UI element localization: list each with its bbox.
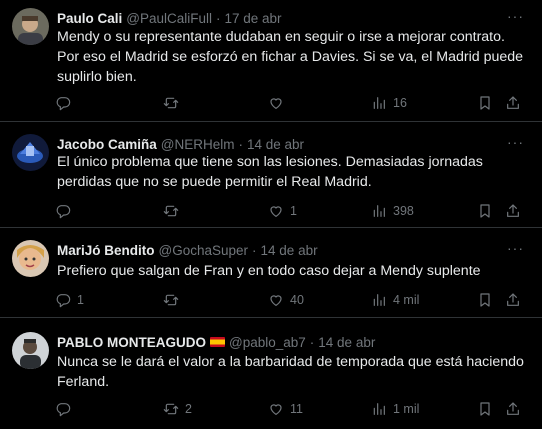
tweet[interactable]: PABLO MONTEAGUDO @pablo_ab7 · 14 de abr …: [0, 318, 542, 429]
reply-button[interactable]: [55, 94, 77, 112]
author-handle[interactable]: @PaulCaliFull: [126, 11, 212, 26]
like-button[interactable]: 11: [268, 400, 303, 418]
tweet-text: Nunca se le dará el valor a la barbarida…: [57, 354, 524, 390]
separator: ·: [309, 334, 315, 350]
timestamp[interactable]: 17 de abr: [225, 11, 282, 26]
like-icon: [270, 295, 282, 306]
tweet-header: Jacobo Camiña @NERHelm · 14 de abr: [57, 134, 304, 154]
bookmark-icon: [480, 96, 490, 110]
share-button[interactable]: [505, 291, 521, 309]
separator: ·: [252, 242, 257, 258]
views-icon: [373, 403, 385, 415]
more-options-icon[interactable]: ···: [507, 240, 524, 256]
retweet-icon: [163, 403, 179, 415]
more-options-icon[interactable]: ···: [507, 8, 524, 24]
bookmark-icon: [480, 402, 490, 416]
like-count: 40: [290, 293, 304, 307]
avatar[interactable]: [12, 240, 49, 277]
share-icon: [507, 402, 519, 415]
reply-button[interactable]: 1: [55, 291, 84, 309]
bookmark-icon: [480, 293, 490, 307]
views-button[interactable]: 4 mil: [371, 291, 419, 309]
views-button[interactable]: 1 mil: [371, 400, 419, 418]
author-name[interactable]: MariJó Bendito: [57, 243, 155, 258]
like-button[interactable]: 40: [268, 291, 304, 309]
author-handle[interactable]: @pablo_ab7: [229, 335, 306, 350]
tweet[interactable]: Jacobo Camiña @NERHelm · 14 de abr ··· E…: [0, 122, 542, 228]
avatar[interactable]: [12, 134, 49, 171]
bookmark-icon: [480, 204, 490, 218]
tweet-header: Paulo Cali @PaulCaliFull · 17 de abr: [57, 8, 282, 28]
share-icon: [507, 96, 519, 109]
author-handle[interactable]: @GochaSuper: [159, 243, 249, 258]
share-icon: [507, 293, 519, 306]
views-count: 1 mil: [393, 402, 420, 416]
reply-button[interactable]: [55, 400, 77, 418]
tweet-text: El único problema que tiene son las lesi…: [57, 154, 483, 190]
views-count: 16: [393, 96, 407, 110]
tweet-header: PABLO MONTEAGUDO @pablo_ab7 · 14 de abr: [57, 332, 375, 352]
views-button[interactable]: 16: [371, 94, 407, 112]
views-icon: [373, 294, 385, 306]
replies-feed: Paulo Cali @PaulCaliFull · 17 de abr ···…: [0, 0, 542, 429]
action-bar: 16: [0, 94, 542, 112]
views-count: 398: [393, 204, 414, 218]
reply-icon: [56, 294, 71, 308]
retweet-icon: [163, 294, 179, 306]
like-button[interactable]: 1: [268, 202, 297, 220]
spain-flag-icon: [210, 337, 225, 347]
retweet-icon: [163, 97, 179, 109]
share-icon: [507, 204, 519, 217]
like-icon: [270, 98, 282, 109]
author-name[interactable]: Jacobo Camiña: [57, 137, 157, 152]
retweet-icon: [163, 205, 179, 217]
share-button[interactable]: [505, 400, 521, 418]
like-count: 1: [290, 204, 297, 218]
action-bar: 1 40 4 mil: [0, 291, 542, 309]
avatar[interactable]: [12, 8, 49, 45]
author-name[interactable]: PABLO MONTEAGUDO: [57, 335, 206, 350]
avatar[interactable]: [12, 332, 49, 369]
views-count: 4 mil: [393, 293, 420, 307]
reply-count: 1: [77, 293, 84, 307]
timestamp[interactable]: 14 de abr: [247, 137, 304, 152]
like-icon: [270, 404, 282, 415]
views-button[interactable]: 398: [371, 202, 414, 220]
author-handle[interactable]: @NERHelm: [161, 137, 235, 152]
tweet-text: Prefiero que salgan de Fran y en todo ca…: [57, 263, 481, 279]
bookmark-button[interactable]: [477, 202, 493, 220]
reply-button[interactable]: [55, 202, 77, 220]
retweet-button[interactable]: [163, 291, 185, 309]
more-options-icon[interactable]: ···: [507, 134, 524, 150]
tweet-header: MariJó Bendito @GochaSuper · 14 de abr: [57, 240, 318, 260]
tweet-text: Mendy o su representante dudaban en segu…: [57, 29, 524, 85]
retweet-button[interactable]: [163, 202, 185, 220]
share-button[interactable]: [505, 94, 521, 112]
action-bar: 1 398: [0, 202, 542, 220]
reply-icon: [56, 205, 71, 219]
bookmark-button[interactable]: [477, 400, 493, 418]
bookmark-button[interactable]: [477, 291, 493, 309]
views-icon: [373, 97, 385, 109]
retweet-count: 2: [185, 402, 192, 416]
reply-icon: [56, 403, 71, 417]
timestamp[interactable]: 14 de abr: [318, 335, 375, 350]
separator: ·: [216, 10, 221, 26]
separator: ·: [238, 136, 244, 152]
action-bar: 2 11 1 mil: [0, 400, 542, 418]
like-count: 11: [290, 402, 303, 416]
bookmark-button[interactable]: [477, 94, 493, 112]
retweet-button[interactable]: 2: [163, 400, 192, 418]
retweet-button[interactable]: [163, 94, 185, 112]
timestamp[interactable]: 14 de abr: [261, 243, 318, 258]
tweet[interactable]: MariJó Bendito @GochaSuper · 14 de abr ·…: [0, 228, 542, 318]
like-icon: [270, 206, 282, 217]
author-name[interactable]: Paulo Cali: [57, 11, 122, 26]
reply-icon: [56, 97, 71, 111]
views-icon: [373, 205, 385, 217]
tweet[interactable]: Paulo Cali @PaulCaliFull · 17 de abr ···…: [0, 0, 542, 122]
like-button[interactable]: [268, 94, 290, 112]
share-button[interactable]: [505, 202, 521, 220]
